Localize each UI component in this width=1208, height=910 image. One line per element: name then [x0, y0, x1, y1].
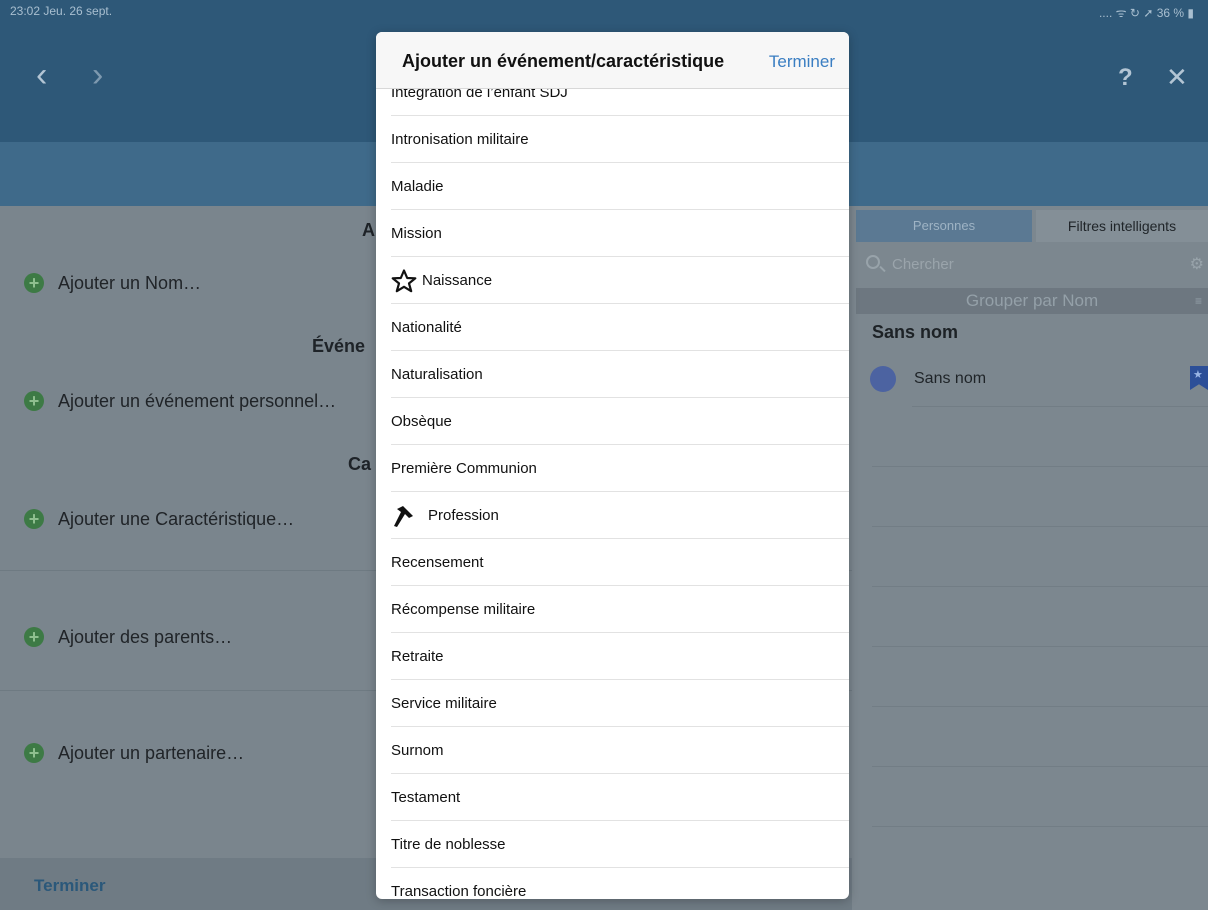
- list-item[interactable]: Première Communion: [376, 445, 849, 492]
- popover-done-button[interactable]: Terminer: [769, 52, 835, 72]
- list-item-label: Naturalisation: [391, 366, 483, 383]
- sort-icon[interactable]: ≡: [1195, 288, 1202, 314]
- help-icon[interactable]: ?: [1118, 66, 1133, 90]
- person-name: Sans nom: [914, 370, 987, 387]
- back-chevron-icon[interactable]: ‹: [36, 58, 47, 92]
- popover-title: Ajouter un événement/caractéristique: [402, 51, 725, 71]
- list-item-label: Naissance: [422, 272, 493, 289]
- list-item-label: Titre de noblesse: [391, 836, 506, 853]
- list-item[interactable]: Titre de noblesse: [376, 821, 849, 868]
- add-circle-icon: +: [24, 509, 44, 529]
- done-button[interactable]: Terminer: [34, 876, 106, 896]
- section-title-names: A: [362, 220, 375, 240]
- list-item-label: Transaction foncière: [391, 883, 527, 899]
- add-circle-icon: +: [24, 743, 44, 763]
- divider: [872, 646, 1208, 647]
- add-circle-icon: +: [24, 627, 44, 647]
- forward-chevron-icon[interactable]: ›: [92, 58, 103, 92]
- list-item[interactable]: Recensement: [376, 539, 849, 586]
- section-title-events: Événe: [312, 336, 366, 356]
- tab-persons[interactable]: Personnes: [856, 210, 1032, 242]
- list-item[interactable]: Retraite: [376, 633, 849, 680]
- status-time: 23:02 Jeu. 26 sept.: [10, 4, 113, 18]
- list-item-label: Nationalité: [391, 319, 462, 336]
- hammer-icon: [394, 506, 413, 527]
- divider: [872, 526, 1208, 527]
- add-name-label: Ajouter un Nom…: [58, 272, 202, 293]
- list-item[interactable]: Nationalité: [376, 304, 849, 351]
- list-item[interactable]: Obsèque: [376, 398, 849, 445]
- list-item[interactable]: Transaction foncière: [376, 868, 849, 899]
- list-item-label: Profession: [428, 507, 499, 524]
- status-bar: 23:02 Jeu. 26 sept. .... ᯤ ↻ ➚ 36 % ▮: [0, 0, 1208, 22]
- divider: [872, 766, 1208, 767]
- gear-icon[interactable]: ⚙: [1190, 254, 1204, 274]
- group-by-bar[interactable]: Grouper par Nom ≡: [856, 288, 1208, 314]
- list-item-label: Retraite: [391, 648, 444, 665]
- divider: [872, 826, 1208, 827]
- add-partner-label: Ajouter un partenaire…: [58, 742, 245, 763]
- section-title-characteristics: Ca: [348, 454, 372, 474]
- add-event-popover: Ajouter un événement/caractéristique Ter…: [376, 32, 849, 899]
- add-circle-icon: +: [24, 273, 44, 293]
- add-personal-event-label: Ajouter un événement personnel…: [58, 390, 337, 411]
- status-indicators: .... ᯤ ↻ ➚ 36 % ▮: [1098, 6, 1194, 20]
- list-item-label: Première Communion: [391, 460, 537, 477]
- search-icon: [866, 255, 880, 269]
- list-item-label: Surnom: [391, 742, 444, 759]
- list-item-label: Mission: [391, 225, 442, 242]
- bookmark-star-icon[interactable]: ★: [1190, 366, 1208, 390]
- add-characteristic-row[interactable]: + Ajouter une Caractéristique…: [24, 504, 294, 534]
- divider: [872, 466, 1208, 467]
- segmented-control: Personnes Filtres intelligents: [852, 206, 1208, 246]
- add-characteristic-label: Ajouter une Caractéristique…: [58, 508, 295, 529]
- add-personal-event-row[interactable]: + Ajouter un événement personnel…: [24, 386, 336, 416]
- list-item[interactable]: Naissance: [376, 257, 849, 304]
- avatar: [870, 366, 896, 392]
- list-item-label: Service militaire: [391, 695, 497, 712]
- list-item[interactable]: Profession: [376, 492, 849, 539]
- list-item-label: Maladie: [391, 178, 444, 195]
- list-item-label: Récompense militaire: [391, 601, 536, 618]
- search-input[interactable]: Chercher ⚙: [864, 252, 1204, 280]
- list-item[interactable]: Service militaire: [376, 680, 849, 727]
- event-type-list: Intégration de l’enfant SDJ Intronisatio…: [376, 84, 849, 899]
- add-circle-icon: +: [24, 391, 44, 411]
- list-item-label: Obsèque: [391, 413, 452, 430]
- popover-header: Ajouter un événement/caractéristique Ter…: [376, 32, 849, 89]
- star-outline-icon: [391, 269, 417, 293]
- close-icon[interactable]: ✕: [1166, 64, 1188, 90]
- group-header: Sans nom: [872, 322, 959, 342]
- list-item-label: Intronisation militaire: [391, 131, 529, 148]
- list-item[interactable]: Naturalisation: [376, 351, 849, 398]
- add-parents-label: Ajouter des parents…: [58, 626, 233, 647]
- add-name-row[interactable]: + Ajouter un Nom…: [24, 268, 201, 298]
- persons-pane: Personnes Filtres intelligents Chercher …: [852, 206, 1208, 910]
- list-item[interactable]: Intronisation militaire: [376, 116, 849, 163]
- list-item[interactable]: Récompense militaire: [376, 586, 849, 633]
- list-item[interactable]: Mission: [376, 210, 849, 257]
- divider: [912, 406, 1208, 407]
- list-item[interactable]: Sans nom ★: [870, 366, 1208, 402]
- list-item[interactable]: Testament: [376, 774, 849, 821]
- divider: [872, 586, 1208, 587]
- divider: [872, 706, 1208, 707]
- search-placeholder: Chercher: [892, 256, 954, 273]
- list-item-label: Recensement: [391, 554, 484, 571]
- add-parents-row[interactable]: + Ajouter des parents…: [24, 622, 232, 652]
- list-item[interactable]: Maladie: [376, 163, 849, 210]
- list-item[interactable]: Surnom: [376, 727, 849, 774]
- list-item-label: Testament: [391, 789, 461, 806]
- group-by-label: Grouper par Nom: [965, 291, 1099, 310]
- tab-smart-filters[interactable]: Filtres intelligents: [1036, 210, 1208, 242]
- add-partner-row[interactable]: + Ajouter un partenaire…: [24, 738, 244, 768]
